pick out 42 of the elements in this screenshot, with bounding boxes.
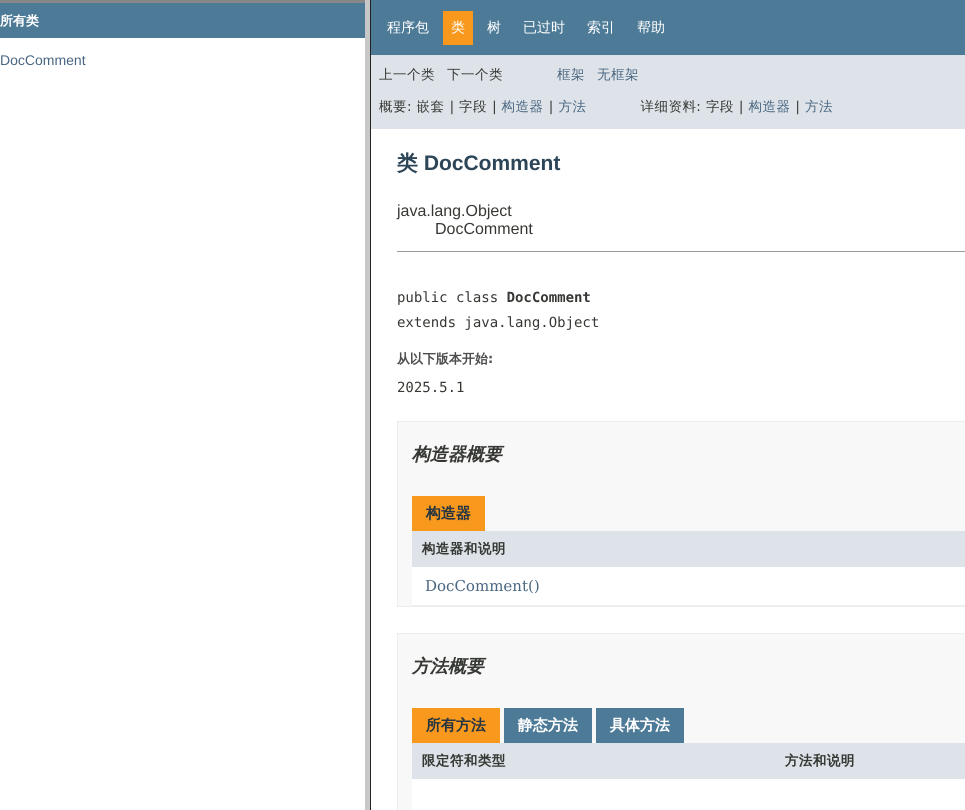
separator: | xyxy=(492,99,497,115)
extends-clause: extends java.lang.Object xyxy=(397,314,600,333)
detail-text: 字段 xyxy=(706,98,734,116)
separator: | xyxy=(738,99,744,115)
column-header: 限定符和类型 xyxy=(421,752,507,770)
class-title: 类 DocComment xyxy=(397,151,562,177)
section-title: 构造器概要 xyxy=(412,442,965,466)
class-link[interactable]: DocComment xyxy=(0,52,365,68)
since-version: 2025.5.1 xyxy=(397,379,466,398)
inheritance-entry: java.lang.Object xyxy=(397,203,513,221)
nav-tab[interactable]: 程序包 xyxy=(379,10,437,44)
nav-tab[interactable]: 索引 xyxy=(579,10,623,44)
nav-link[interactable]: 下一个类 xyxy=(447,66,503,84)
constructor-link[interactable]: DocComment() xyxy=(412,577,540,595)
nav-tab[interactable]: 帮助 xyxy=(629,10,673,44)
separator: | xyxy=(795,99,800,115)
table-tab[interactable]: 构造器 xyxy=(412,496,485,531)
table-tab[interactable]: 所有方法 xyxy=(412,708,500,743)
column-header: 构造器和说明 xyxy=(420,540,507,558)
summary-link[interactable]: 方法 xyxy=(558,98,586,116)
nav-tab[interactable]: 已过时 xyxy=(515,10,573,44)
detail-label: 详细资料: xyxy=(640,98,701,116)
nav-link[interactable]: 上一个类 xyxy=(379,66,435,84)
class-signature: public class DocComment xyxy=(397,289,592,308)
since-label: 从以下版本开始: xyxy=(397,351,494,368)
detail-link[interactable]: 方法 xyxy=(804,98,833,116)
separator: | xyxy=(450,99,454,115)
summary-text: 字段 xyxy=(459,98,488,116)
frames-link[interactable]: 框架 xyxy=(557,66,585,84)
frame-title: 所有类 xyxy=(0,12,39,30)
table-tab[interactable]: 具体方法 xyxy=(596,708,684,743)
detail-link[interactable]: 构造器 xyxy=(748,98,790,116)
summary-label: 概要: xyxy=(379,98,412,116)
separator: | xyxy=(548,99,554,115)
nav-tab[interactable]: 树 xyxy=(479,10,509,44)
table-tab[interactable]: 静态方法 xyxy=(504,708,592,743)
summary-text: 嵌套 xyxy=(416,98,445,116)
summary-link[interactable]: 构造器 xyxy=(502,98,544,116)
frames-link[interactable]: 无框架 xyxy=(597,66,639,84)
column-header: 方法和说明 xyxy=(784,752,856,770)
section-title: 方法概要 xyxy=(412,654,965,678)
inheritance-entry: DocComment xyxy=(435,221,534,239)
